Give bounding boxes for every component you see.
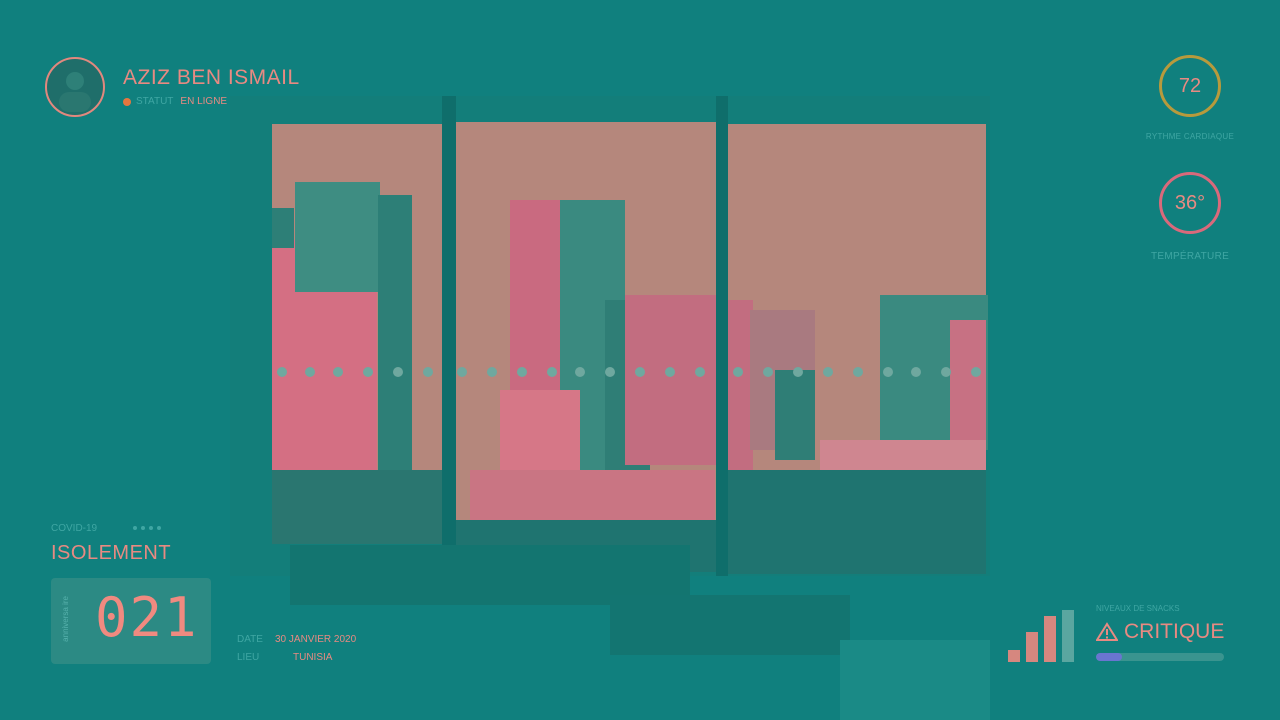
snack-caption: NIVEAUX DE SNACKS (1096, 604, 1180, 613)
date-row: DATE 30 JANVIER 2020 (237, 634, 356, 645)
place-value: TUNISIA (293, 652, 333, 663)
signal-bars-icon (1008, 606, 1078, 662)
temperature-gauge: 36° (1159, 172, 1221, 234)
status-row: STATUT EN LIGNE (123, 96, 227, 107)
heart-rate-gauge: 72 (1159, 55, 1221, 117)
place-row: LIEU TUNISIA (237, 652, 332, 663)
status-dot-icon (123, 97, 131, 106)
covid-caption: COVID-19 (51, 523, 98, 534)
pager-dots (133, 526, 161, 530)
counter-side-label: anniversa ire (61, 596, 70, 642)
profile-avatar[interactable] (45, 57, 105, 117)
heart-rate-label: RYTHME CARDIAQUE (1145, 132, 1235, 141)
snack-status: CRITIQUE (1096, 620, 1224, 644)
status-label: STATUT (136, 96, 174, 107)
snack-level-bar (1096, 653, 1224, 661)
place-label: LIEU (237, 652, 260, 663)
warning-icon (1096, 622, 1118, 641)
heart-rate-value: 72 (1178, 74, 1202, 97)
date-value: 30 JANVIER 2020 (275, 634, 357, 645)
counter-value: 021 (95, 586, 199, 649)
temperature-label: TEMPÉRATURE (1150, 251, 1230, 262)
status-value: EN LIGNE (180, 96, 228, 107)
snack-level-fill (1096, 653, 1122, 661)
date-label: DATE (237, 634, 263, 645)
avatar-icon (59, 72, 91, 112)
profile-name: AZIZ BEN ISMAIL (123, 66, 300, 89)
snack-status-text: CRITIQUE (1124, 620, 1225, 643)
temperature-value: 36° (1174, 191, 1206, 214)
isolation-title: ISOLEMENT (51, 542, 172, 564)
day-counter: anniversa ire 021 (51, 578, 211, 664)
